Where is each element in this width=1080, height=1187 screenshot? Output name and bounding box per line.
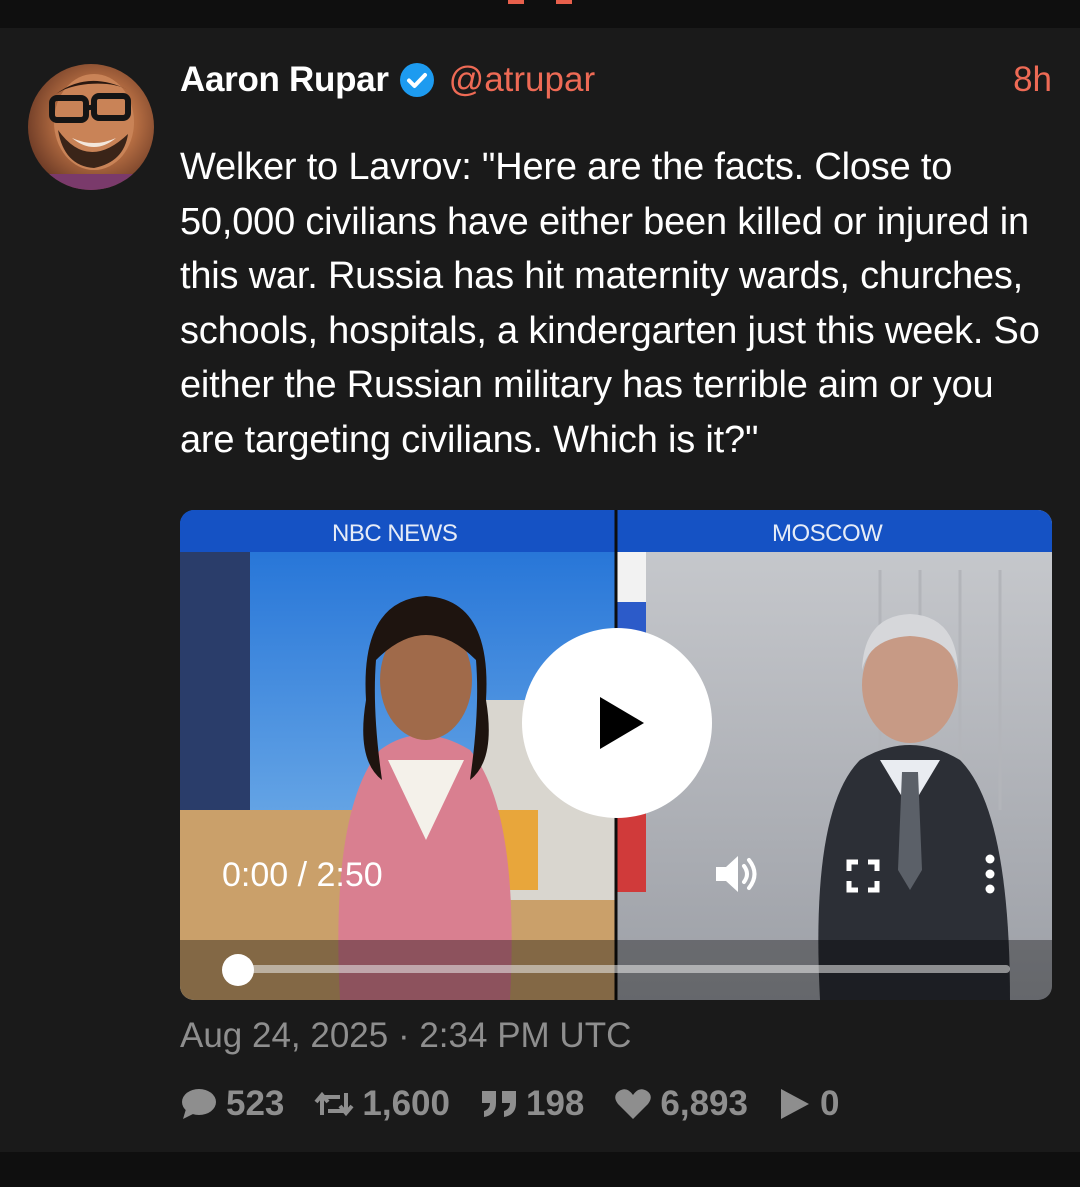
reposts-stat[interactable]: 1,600 (314, 1084, 450, 1124)
video-progress-bar[interactable] (238, 965, 1010, 973)
post-text: Welker to Lavrov: "Here are the facts. C… (180, 146, 1040, 461)
quotes-stat[interactable]: 198 (480, 1084, 584, 1124)
reply-icon (182, 1089, 216, 1119)
post-time-ago[interactable]: 8h (1013, 60, 1052, 100)
replies-count: 523 (226, 1084, 285, 1123)
author-name[interactable]: Aaron Rupar (180, 60, 389, 100)
heart-icon (615, 1089, 652, 1119)
play-icon (600, 697, 644, 749)
play-views-icon (781, 1089, 809, 1119)
repost-icon (314, 1091, 354, 1117)
avatar[interactable] (28, 64, 154, 190)
video-progress-thumb[interactable] (222, 954, 254, 986)
post-stats: 523 1,600 198 6,893 0 (180, 1082, 869, 1126)
post-timestamp[interactable]: Aug 24, 2025 · 2:34 PM UTC (180, 1016, 631, 1056)
top-tab-marker (556, 0, 572, 4)
post-card[interactable]: Aaron Rupar @atrupar 8h Welker to Lavrov… (0, 28, 1080, 1152)
views-stat[interactable]: 0 (778, 1084, 839, 1124)
fullscreen-icon[interactable] (846, 859, 880, 893)
more-options-icon[interactable] (982, 854, 998, 894)
top-tab-marker (508, 0, 524, 4)
author-handle[interactable]: @atrupar (449, 60, 595, 100)
video-label-right: MOSCOW (772, 520, 883, 547)
top-bar (0, 0, 1080, 28)
views-count: 0 (820, 1084, 840, 1123)
verified-badge-icon (399, 63, 434, 97)
reposts-count: 1,600 (362, 1084, 450, 1123)
replies-stat[interactable]: 523 (180, 1084, 284, 1124)
play-button[interactable] (522, 628, 712, 818)
video-time-display: 0:00 / 2:50 (222, 856, 383, 894)
post-header: Aaron Rupar @atrupar 8h (180, 58, 1052, 102)
likes-stat[interactable]: 6,893 (614, 1084, 748, 1124)
quotes-count: 198 (526, 1084, 585, 1123)
bottom-bar (0, 1152, 1080, 1187)
video-player[interactable]: NBC NEWS MOSCOW 0:00 / 2:50 (180, 510, 1052, 1000)
volume-icon[interactable] (714, 854, 760, 894)
likes-count: 6,893 (660, 1084, 748, 1123)
video-label-left: NBC NEWS (332, 520, 458, 547)
quote-icon (482, 1091, 516, 1117)
